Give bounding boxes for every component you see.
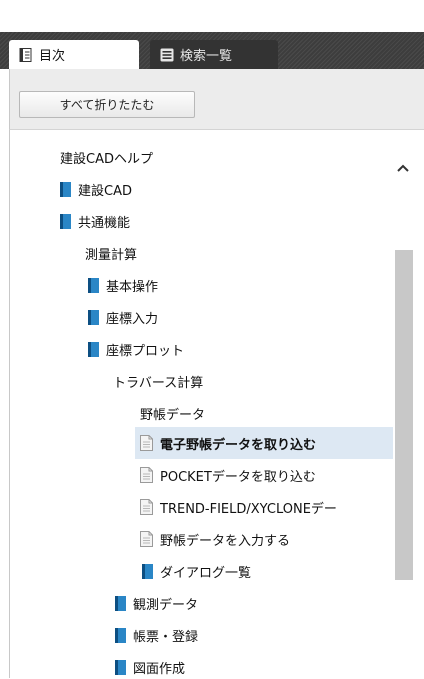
tree-node-forms-registration[interactable]: 帳票・登録 <box>115 623 198 647</box>
tree-node-field-book-data[interactable]: 野帳データ <box>140 401 205 425</box>
book-icon <box>60 181 71 197</box>
tree-node-label: 基本操作 <box>106 279 159 295</box>
tree-node-dialog-list[interactable]: ダイアログ一覧 <box>142 559 251 583</box>
tree-node-label: 建設CADヘルプ <box>60 151 153 167</box>
tree-node-survey-calculation[interactable]: 測量計算 <box>85 241 137 265</box>
tab-contents[interactable]: 目次 <box>9 40 139 69</box>
book-icon <box>60 213 71 229</box>
tree-node-label: ダイアログ一覧 <box>160 565 252 581</box>
tree-node-label: 共通機能 <box>78 215 131 231</box>
tree-node-label: 電子野帳データを取り込む <box>160 437 317 453</box>
book-icon <box>88 277 99 293</box>
tree-node-traverse-calculation[interactable]: トラバース計算 <box>113 369 203 393</box>
tree-node-label: 建設CAD <box>78 183 132 199</box>
tree-node-label: 野帳データを入力する <box>160 533 291 549</box>
tree-node-coordinate-plot[interactable]: 座標プロット <box>88 337 184 361</box>
book-icon <box>115 627 126 643</box>
tree-node-kensetsu-cad-help[interactable]: 建設CADヘルプ <box>60 145 153 169</box>
chevron-up-icon[interactable] <box>393 157 413 179</box>
tree-node-label: 帳票・登録 <box>133 629 199 645</box>
tree-node-drawing-creation[interactable]: 図面作成 <box>115 655 185 679</box>
tree-node-basic-operations[interactable]: 基本操作 <box>88 273 158 297</box>
tab-search-list-label: 検索一覧 <box>180 49 233 64</box>
page-icon <box>140 531 153 547</box>
scrollbar-thumb[interactable] <box>395 250 413 580</box>
tree-node-observation-data[interactable]: 観測データ <box>115 591 198 615</box>
tree-node-import-electronic-field-book[interactable]: 電子野帳データを取り込む <box>140 431 316 455</box>
book-icon <box>88 309 99 325</box>
tree-node-label: 図面作成 <box>133 661 186 677</box>
page-icon <box>140 467 153 483</box>
list-icon <box>160 48 174 62</box>
tree-node-label: 野帳データ <box>140 407 206 423</box>
tree-node-common-functions[interactable]: 共通機能 <box>60 209 130 233</box>
book-icon <box>142 563 153 579</box>
tab-search-list[interactable]: 検索一覧 <box>150 40 278 69</box>
tree-node-label: POCKETデータを取り込む <box>160 469 316 485</box>
tree-node-kensetsu-cad[interactable]: 建設CAD <box>60 177 132 201</box>
tree-node-label: TREND-FIELD/XYCLONEデー <box>160 501 337 517</box>
tree-node-label: 座標入力 <box>106 311 159 327</box>
tree-node-label: 測量計算 <box>85 247 138 263</box>
book-icon <box>88 341 99 357</box>
tree-node-coordinate-input[interactable]: 座標入力 <box>88 305 158 329</box>
tab-contents-label: 目次 <box>39 49 66 64</box>
page-icon <box>140 499 153 515</box>
tree-node-label: 座標プロット <box>106 343 185 359</box>
collapse-all-button[interactable]: すべて折りたたむ <box>19 91 195 118</box>
book-icon <box>115 595 126 611</box>
tree-node-trend-field-xyclone[interactable]: TREND-FIELD/XYCLONEデー <box>140 495 393 519</box>
tree-node-import-pocket-data[interactable]: POCKETデータを取り込む <box>140 463 316 487</box>
tree-node-label: トラバース計算 <box>113 375 204 391</box>
book-icon <box>115 659 126 675</box>
book-page-icon <box>19 47 33 62</box>
tree-node-label: 観測データ <box>133 597 199 613</box>
page-icon <box>140 435 153 451</box>
tree-node-enter-field-book-data[interactable]: 野帳データを入力する <box>140 527 290 551</box>
